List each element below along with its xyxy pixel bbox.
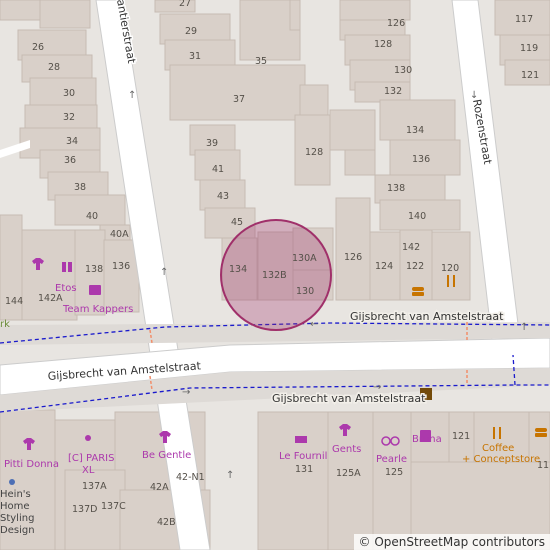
svg-text:130A: 130A <box>292 253 317 264</box>
svg-text:136: 136 <box>112 261 130 272</box>
svg-text:121: 121 <box>521 70 539 81</box>
svg-text:36: 36 <box>64 155 76 166</box>
svg-text:137C: 137C <box>101 501 126 512</box>
poi-team-kappers: Team Kappers <box>62 304 133 315</box>
map-view[interactable]: ↑ ↑ ↑ ↓ ↑ ← → → Gijsbrecht van Amstelstr… <box>0 0 550 550</box>
svg-text:40: 40 <box>86 211 98 222</box>
svg-text:37: 37 <box>233 94 245 105</box>
svg-text:Home: Home <box>0 501 30 512</box>
svg-text:138: 138 <box>387 183 405 194</box>
attribution[interactable]: © OpenStreetMap contributors <box>353 534 550 550</box>
svg-text:132B: 132B <box>262 270 287 281</box>
poi-coffee: Coffee <box>482 443 514 454</box>
svg-text:136: 136 <box>412 154 430 165</box>
svg-text:29: 29 <box>185 26 197 37</box>
svg-text:26: 26 <box>32 42 44 53</box>
svg-text:121: 121 <box>452 431 470 442</box>
svg-text:27: 27 <box>179 0 191 9</box>
svg-text:31: 31 <box>189 51 201 62</box>
svg-text:142: 142 <box>402 242 420 253</box>
poi-etos: Etos <box>55 283 77 294</box>
svg-text:42-N1: 42-N1 <box>176 472 205 483</box>
svg-text:137A: 137A <box>82 481 107 492</box>
svg-text:144: 144 <box>5 296 23 307</box>
map-canvas: ↑ ↑ ↑ ↓ ↑ ← → → Gijsbrecht van Amstelstr… <box>0 0 550 550</box>
svg-text:Design: Design <box>0 525 35 536</box>
svg-text:XL: XL <box>82 465 95 476</box>
svg-text:rk: rk <box>0 319 10 330</box>
svg-text:35: 35 <box>255 56 267 67</box>
svg-text:142A: 142A <box>38 293 63 304</box>
svg-text:↑: ↑ <box>160 267 168 278</box>
svg-text:39: 39 <box>206 138 218 149</box>
svg-text:125A: 125A <box>336 468 361 479</box>
svg-text:137D: 137D <box>72 504 97 515</box>
svg-text:30: 30 <box>63 88 75 99</box>
svg-text:134: 134 <box>229 264 247 275</box>
svg-text:138: 138 <box>85 264 103 275</box>
svg-text:40A: 40A <box>110 229 129 240</box>
svg-text:←: ← <box>310 319 318 330</box>
poi-pitti-donna: Pitti Donna <box>4 459 59 470</box>
poi-bruna: Bruna <box>412 434 442 445</box>
svg-text:130: 130 <box>296 286 314 297</box>
svg-text:45: 45 <box>231 217 243 228</box>
poi-be-gentle: Be Gentle <box>142 450 191 461</box>
svg-text:119: 119 <box>520 43 538 54</box>
svg-text:↑: ↑ <box>226 470 234 481</box>
svg-text:38: 38 <box>74 182 86 193</box>
svg-text:↑: ↑ <box>520 322 528 333</box>
svg-text:130: 130 <box>394 65 412 76</box>
svg-text:32: 32 <box>63 112 75 123</box>
svg-text:124: 124 <box>375 261 393 272</box>
poi-gents: Gents <box>332 444 361 455</box>
svg-text:126: 126 <box>387 18 405 29</box>
svg-text:122: 122 <box>406 261 424 272</box>
svg-text:131: 131 <box>295 464 313 475</box>
svg-text:→: → <box>182 387 190 398</box>
svg-text:41: 41 <box>212 164 224 175</box>
poi-paris-xl: [C] PARIS <box>68 453 114 464</box>
svg-text:120: 120 <box>441 263 459 274</box>
svg-text:128: 128 <box>305 147 323 158</box>
svg-text:Styling: Styling <box>0 513 34 524</box>
svg-text:42B: 42B <box>157 517 176 528</box>
svg-text:+ Conceptstore: + Conceptstore <box>462 454 540 465</box>
svg-text:134: 134 <box>406 125 424 136</box>
svg-text:34: 34 <box>66 136 78 147</box>
svg-text:42A: 42A <box>150 482 169 493</box>
poi-pearle: Pearle <box>376 454 407 465</box>
poi-heins-home: Hein's <box>0 489 31 500</box>
poi-le-fournil: Le Fournil <box>279 451 327 462</box>
svg-text:28: 28 <box>48 62 60 73</box>
svg-text:43: 43 <box>217 191 229 202</box>
street-label-upper: Gijsbrecht van Amstelstraat <box>350 310 504 323</box>
svg-text:128: 128 <box>374 39 392 50</box>
street-label-lower: Gijsbrecht van Amstelstraat <box>272 392 426 405</box>
svg-text:126: 126 <box>344 252 362 263</box>
svg-text:↑: ↑ <box>128 90 136 101</box>
svg-text:132: 132 <box>384 86 402 97</box>
svg-text:125: 125 <box>385 467 403 478</box>
svg-text:117: 117 <box>515 14 533 25</box>
svg-text:140: 140 <box>408 211 426 222</box>
